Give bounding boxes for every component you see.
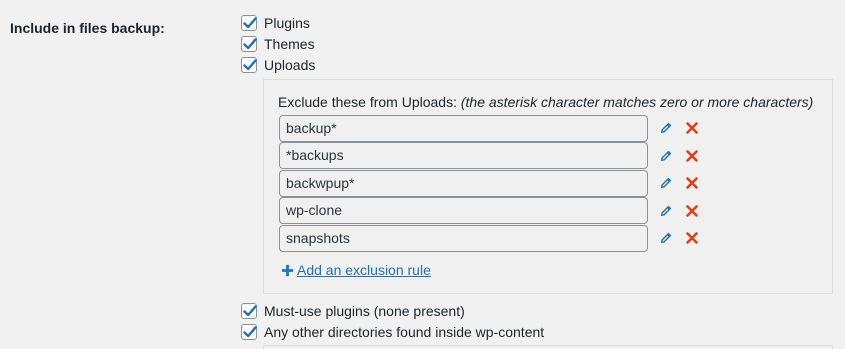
plus-icon xyxy=(281,264,294,276)
next-panel-edge xyxy=(263,345,833,349)
add-exclusion-rule-label[interactable]: Add an exclusion rule xyxy=(297,262,431,278)
x-icon[interactable] xyxy=(686,232,698,244)
checkmark-icon xyxy=(243,305,257,317)
checkmark-icon xyxy=(243,38,257,50)
x-icon[interactable] xyxy=(686,150,698,162)
include-files-label: Include in files backup: xyxy=(10,20,165,36)
x-icon[interactable] xyxy=(686,205,698,217)
exclusion-rule-input[interactable]: wp-clone xyxy=(279,197,648,224)
pencil-icon[interactable] xyxy=(659,176,673,190)
x-icon[interactable] xyxy=(686,122,698,134)
add-exclusion-rule-link[interactable]: Add an exclusion rule xyxy=(281,262,431,278)
other-dirs-label: Any other directories found inside wp-co… xyxy=(264,324,545,340)
uploads-checkbox[interactable] xyxy=(241,57,257,73)
checkmark-icon xyxy=(243,17,257,29)
checkmark-icon xyxy=(243,326,257,338)
themes-checkbox[interactable] xyxy=(241,36,257,52)
checkmark-icon xyxy=(243,59,257,71)
uploads-option[interactable]: Uploads xyxy=(241,56,315,74)
exclusions-hint: (the asterisk character matches zero or … xyxy=(460,94,814,110)
x-icon[interactable] xyxy=(686,177,698,189)
exclusions-heading: Exclude these from Uploads: xyxy=(278,94,457,110)
exclusion-rule-input[interactable]: *backups xyxy=(279,142,648,169)
other-dirs-option[interactable]: Any other directories found inside wp-co… xyxy=(241,323,544,341)
themes-option[interactable]: Themes xyxy=(241,35,315,53)
exclusions-title: Exclude these from Uploads: (the asteris… xyxy=(278,94,813,110)
plugins-label: Plugins xyxy=(264,15,310,31)
exclusion-rule-input[interactable]: snapshots xyxy=(279,225,648,252)
plugins-option[interactable]: Plugins xyxy=(241,14,310,32)
exclusion-rule-input[interactable]: backup* xyxy=(279,115,648,142)
pencil-icon[interactable] xyxy=(659,149,673,163)
mu-plugins-option[interactable]: Must-use plugins (none present) xyxy=(241,302,465,320)
uploads-label: Uploads xyxy=(264,57,316,73)
mu-plugins-label: Must-use plugins (none present) xyxy=(264,303,465,319)
other-dirs-checkbox[interactable] xyxy=(241,324,257,340)
themes-label: Themes xyxy=(264,36,315,52)
plugins-checkbox[interactable] xyxy=(241,15,257,31)
pencil-icon[interactable] xyxy=(659,231,673,245)
mu-plugins-checkbox[interactable] xyxy=(241,303,257,319)
pencil-icon[interactable] xyxy=(659,204,673,218)
exclusion-rule-input[interactable]: backwpup* xyxy=(279,170,648,197)
pencil-icon[interactable] xyxy=(659,121,673,135)
